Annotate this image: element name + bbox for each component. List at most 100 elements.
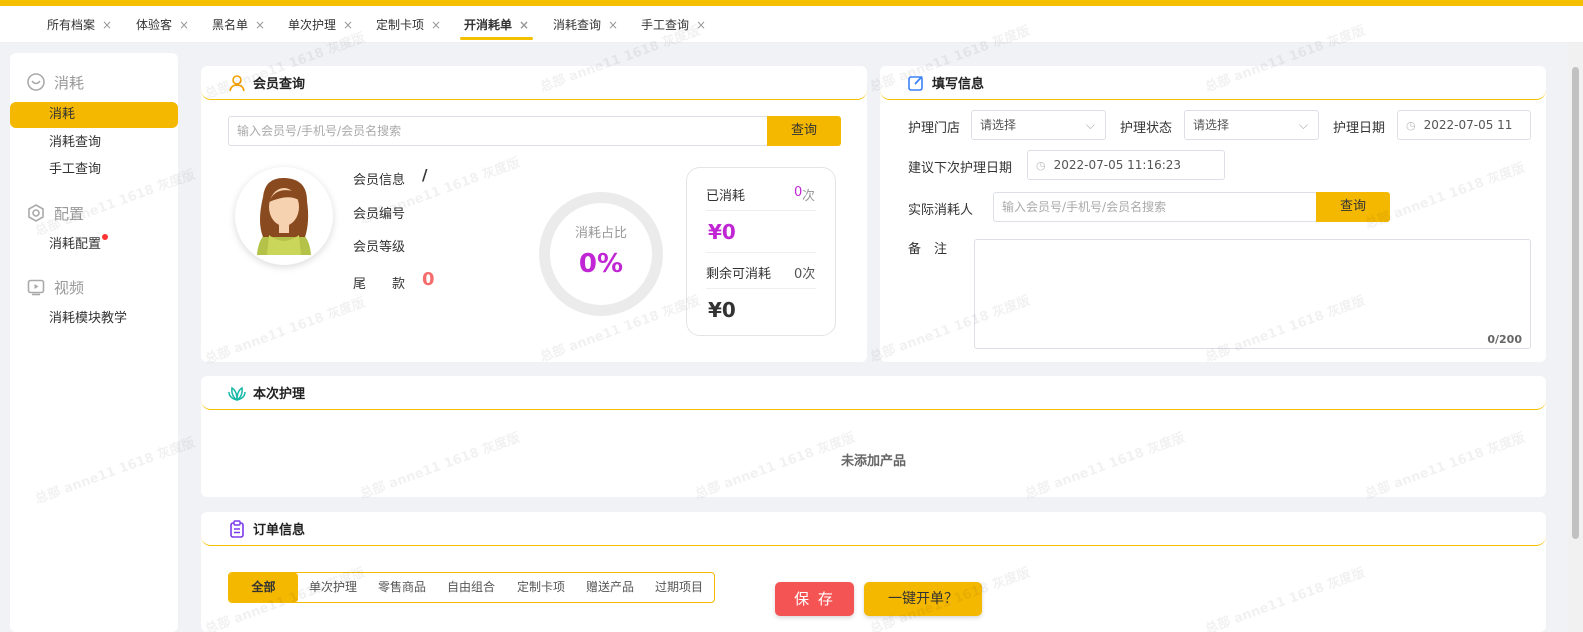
close-icon[interactable]: × [519,18,529,32]
close-icon[interactable]: × [608,18,618,32]
member-info-value: / [422,166,428,184]
fill-info-header: 填写信息 [880,66,1546,100]
clock-icon: ◷ [1036,159,1046,172]
clock-icon: ◷ [1406,119,1416,132]
tab-label: 黑名单 [212,18,249,32]
care-date-label: 护理日期 [1333,121,1386,136]
order-header: 订单信息 [201,512,1546,546]
remaining-count: 0次 [794,267,816,282]
female-avatar-icon [257,177,311,255]
tab-bar: 所有档案 × 体验客 × 黑名单 × 单次护理 × 定制卡项 × 开消耗单 × 消耗查询 × … [0,6,1583,43]
sidebar-section-config: 配置 [26,201,84,225]
filter-retail[interactable]: 零售商品 [378,573,426,602]
video-play-icon [27,279,45,296]
avatar [235,167,333,265]
consumed-label: 已消耗 [706,189,746,204]
divider [706,288,816,289]
vertical-scrollbar[interactable] [1568,43,1583,632]
empty-products-text: 未添加产品 [840,454,906,469]
filter-gift[interactable]: 赠送产品 [586,573,634,602]
tab-open-consume[interactable]: 开消耗单 × [459,6,534,42]
member-number-label: 会员编号 [353,207,406,222]
divider [706,252,816,253]
status-select[interactable]: 请选择 ⌵ [1184,110,1319,140]
status-select-value: 请选择 [1193,118,1230,132]
filter-all[interactable]: 全部 [229,573,298,602]
close-icon[interactable]: × [343,18,353,32]
close-icon[interactable]: × [102,18,112,32]
card-title: 填写信息 [932,77,985,92]
tab-label: 手工查询 [641,18,690,32]
hexagon-settings-icon [28,204,44,222]
close-icon[interactable]: × [179,18,189,32]
consumer-label: 实际消耗人 [908,203,974,218]
section-title: 消耗 [54,73,85,92]
tab-label: 消耗查询 [553,18,602,32]
remaining-amount: ¥0 [708,298,736,322]
close-icon[interactable]: × [255,18,265,32]
quick-order-button[interactable]: 一键开单？ [864,582,982,616]
member-icon [229,75,245,92]
next-date-input[interactable]: ◷ 2022-07-05 11:16:23 [1027,150,1225,180]
notification-dot [102,234,109,240]
status-label: 护理状态 [1120,121,1173,136]
tab-custom-card[interactable]: 定制卡项 × [376,6,441,42]
sidebar-item-consume-config[interactable]: 消耗配置 [10,232,178,258]
store-select-value: 请选择 [980,118,1017,132]
next-date-label: 建议下次护理日期 [908,161,1013,176]
sidebar-section-video: 视频 [26,275,84,299]
consume-stats-box: 已消耗 0 次 ¥0 剩余可消耗 0次 ¥0 [686,167,836,336]
balance-value: 0 [422,269,435,290]
filter-custom-card[interactable]: 定制卡项 [517,573,565,602]
scrollbar-thumb[interactable] [1572,67,1579,539]
edit-icon [908,75,923,91]
tab-label: 定制卡项 [376,18,425,32]
order-card: 订单信息 全部 单次护理 零售商品 自由组合 定制卡项 赠送产品 过期项目 保 … [201,512,1546,632]
sidebar-section-consume: 消耗 [26,70,84,94]
clipboard-icon [230,520,244,538]
member-search-button[interactable]: 查询 [767,116,841,146]
consumer-search-input[interactable]: 输入会员号/手机号/会员名搜索 [993,192,1317,222]
store-label: 护理门店 [908,121,961,136]
tab-single-care[interactable]: 单次护理 × [288,6,353,42]
next-date-value: 2022-07-05 11:16:23 [1053,158,1182,172]
smile-circle-icon [27,73,45,91]
sidebar-item-consume-query[interactable]: 消耗查询 [10,130,178,156]
consumed-amount: ¥0 [708,220,736,244]
divider [706,210,816,211]
store-select[interactable]: 请选择 ⌵ [971,110,1106,140]
tab-label: 开消耗单 [464,18,513,32]
care-card: 本次护理 未添加产品 [201,376,1546,497]
card-title: 订单信息 [253,523,306,538]
tab-blacklist[interactable]: 黑名单 × [212,6,265,42]
tab-label: 单次护理 [288,18,337,32]
tab-trial[interactable]: 体验客 × [136,6,189,42]
sidebar-item-video-tutorial[interactable]: 消耗模块教学 [10,306,178,332]
consumed-unit: 次 [802,189,816,204]
member-query-card: 会员查询 输入会员号/手机号/会员名搜索 查询 会员信息 / 会员编号 会员等级… [201,66,867,362]
section-title: 视频 [54,278,85,297]
consumer-search-button[interactable]: 查询 [1316,192,1390,222]
remaining-label: 剩余可消耗 [706,267,772,282]
sidebar-item-consume[interactable]: 消耗 [10,102,178,128]
fill-info-card: 填写信息 护理门店 请选择 ⌵ 护理状态 请选择 ⌵ 护理日期 ◷ 2022-07-0… [880,66,1546,362]
save-button[interactable]: 保 存 [775,582,854,616]
sidebar-item-manual-query[interactable]: 手工查询 [10,157,178,183]
order-filter-group: 全部 单次护理 零售商品 自由组合 定制卡项 赠送产品 过期项目 [228,572,715,603]
close-icon[interactable]: × [696,18,706,32]
tab-label: 体验客 [136,18,173,32]
section-title: 配置 [54,204,85,223]
care-date-input[interactable]: ◷ 2022-07-05 11 [1397,110,1531,140]
tab-label: 所有档案 [47,18,96,32]
tab-all-files[interactable]: 所有档案 × [47,6,112,42]
close-icon[interactable]: × [431,18,441,32]
filter-expired[interactable]: 过期项目 [655,573,703,602]
tab-consume-query[interactable]: 消耗查询 × [553,6,618,42]
remark-char-count: 0/200 [1487,333,1522,346]
member-search-input[interactable]: 输入会员号/手机号/会员名搜索 [228,116,768,146]
remark-label: 备 注 [908,242,948,257]
remark-textarea[interactable]: 0/200 [974,239,1531,349]
filter-free-combo[interactable]: 自由组合 [447,573,495,602]
tab-manual-query[interactable]: 手工查询 × [641,6,706,42]
filter-single-care[interactable]: 单次护理 [309,573,357,602]
